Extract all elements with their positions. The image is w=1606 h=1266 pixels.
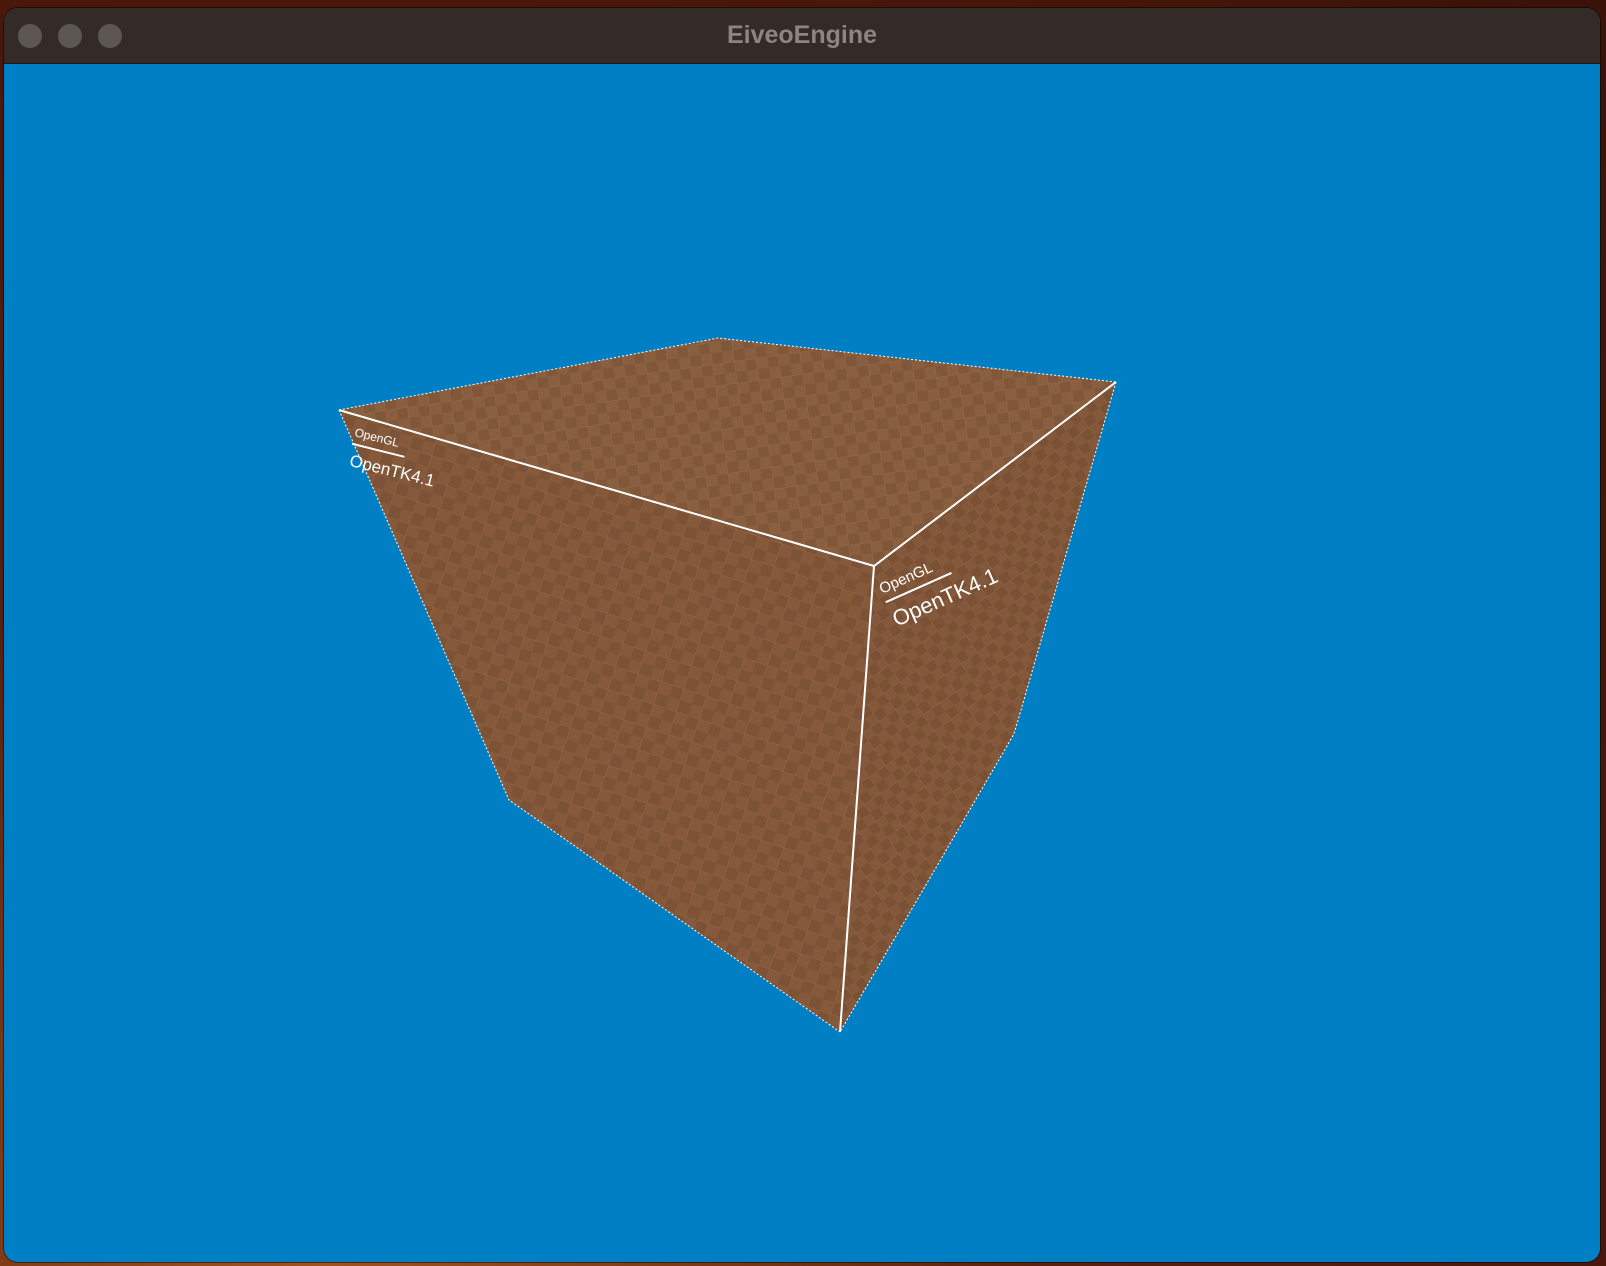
title-bar[interactable]: EiveoEngine (4, 8, 1600, 64)
app-window: EiveoEngine OpenGL OpenTK4.1 OpenGL Open… (4, 8, 1600, 1262)
render-viewport[interactable]: OpenGL OpenTK4.1 OpenGL OpenTK4.1 (4, 64, 1600, 1262)
cube-scene: OpenGL OpenTK4.1 OpenGL OpenTK4.1 (338, 337, 1117, 1033)
window-title: EiveoEngine (726, 21, 878, 49)
